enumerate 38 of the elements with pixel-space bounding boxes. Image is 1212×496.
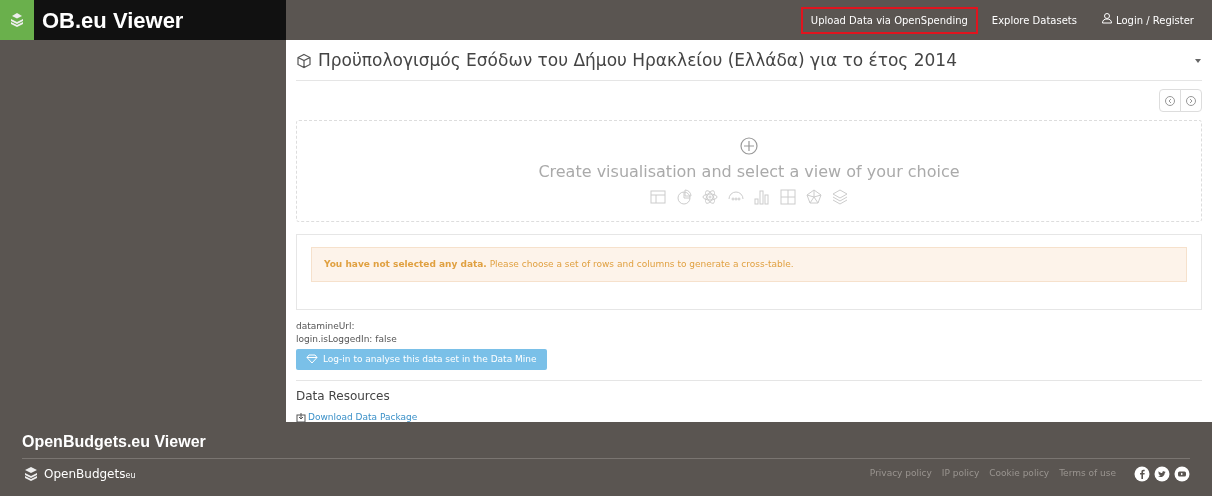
nav-link[interactable]: Upload Data via OpenSpending	[800, 6, 978, 34]
logo-icon	[9, 12, 25, 28]
caret-icon[interactable]	[1194, 58, 1202, 64]
section-heading: Data Resources	[296, 380, 1202, 405]
layers-icon[interactable]	[831, 187, 849, 206]
download-link[interactable]: Download Data Package	[296, 411, 418, 425]
next-button[interactable]	[1180, 88, 1202, 112]
datamine-button[interactable]: Log-in to analyse this data set in the Data Mine	[296, 348, 547, 370]
pie-chart-icon[interactable]	[675, 187, 693, 206]
app-title: OB.eu Viewer	[42, 6, 184, 35]
footer-title: OpenBudgets.eu Viewer	[22, 430, 1190, 459]
logo-icon	[22, 466, 40, 482]
dataset-title: Προϋπολογισμός Εσόδων του Δήμου Ηρακλείου (Ελλάδα) για το έτος 2014	[318, 49, 957, 72]
cube-icon	[296, 52, 312, 69]
bar-chart-icon[interactable]	[753, 187, 771, 206]
twitter-icon[interactable]	[1154, 466, 1170, 482]
debug-text: login.isLoggedIn: false	[296, 333, 398, 346]
download-icon	[296, 412, 306, 423]
user-icon	[1100, 12, 1113, 24]
footer-link[interactable]: Terms of use	[1059, 467, 1116, 481]
debug-text: datamineUrl:	[296, 319, 356, 333]
alert-message: You have not selected any data. Please choose a set of rows and columns to generate a cross-table.	[311, 246, 1187, 282]
radar-icon[interactable]	[805, 187, 823, 206]
footer-link[interactable]: Privacy policy	[869, 467, 932, 481]
add-icon[interactable]	[739, 135, 759, 156]
facebook-icon[interactable]	[1134, 466, 1150, 482]
table-icon[interactable]	[649, 187, 667, 206]
atom-icon[interactable]	[701, 187, 719, 206]
grid-icon[interactable]	[779, 187, 797, 206]
previous-button[interactable]	[1159, 88, 1181, 112]
diamond-icon	[306, 354, 318, 365]
chevron-left-icon	[1164, 94, 1176, 107]
visualisation-prompt: Create visualisation and select a view of your choice	[538, 160, 960, 183]
footer-logo-text: OpenBudgetseu	[44, 466, 136, 483]
login-link[interactable]: Login / Register	[1090, 6, 1204, 34]
nav-link[interactable]: Explore Datasets	[981, 6, 1087, 34]
chevron-right-icon	[1185, 94, 1197, 107]
youtube-icon[interactable]	[1174, 466, 1190, 482]
